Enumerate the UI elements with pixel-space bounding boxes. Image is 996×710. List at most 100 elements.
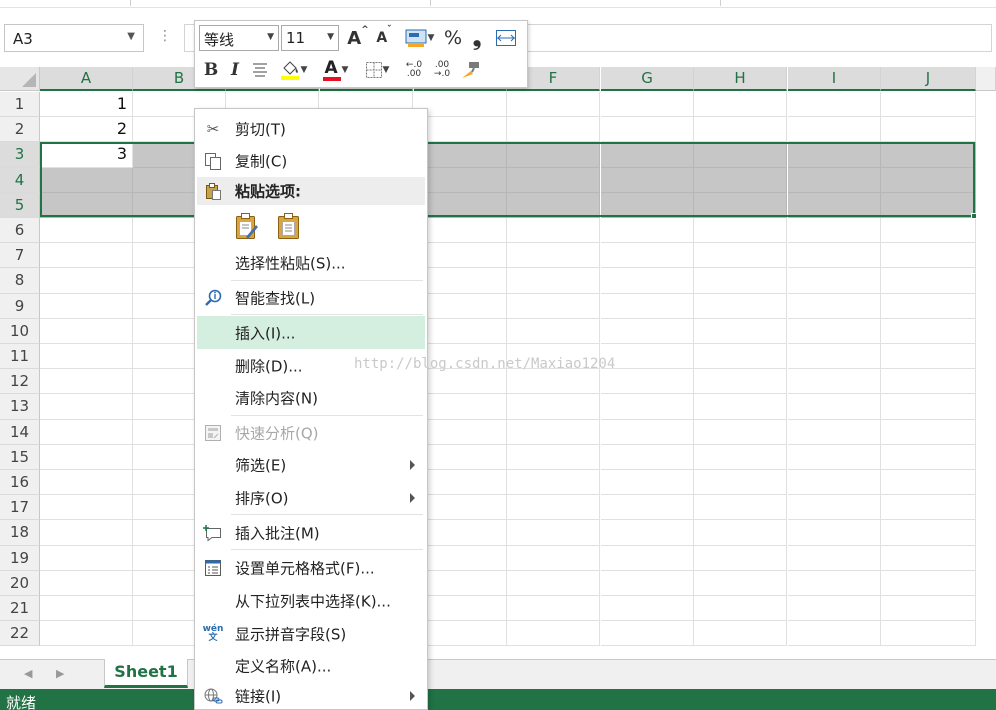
cell-g22[interactable] xyxy=(601,621,694,647)
menu-item-cut[interactable]: ✂ 剪切(T) xyxy=(197,113,425,145)
cell-a1[interactable]: 1 xyxy=(40,92,133,118)
chevron-down-icon[interactable]: ▼ xyxy=(327,32,334,42)
menu-item-define-name[interactable]: 定义名称(A)... xyxy=(197,650,425,682)
menu-item-paste-special[interactable]: 选择性粘贴(S)... xyxy=(197,247,425,279)
cell-i21[interactable] xyxy=(788,596,881,622)
cell-a8[interactable] xyxy=(40,268,133,294)
cell-f12[interactable] xyxy=(507,369,600,395)
cell-j21[interactable] xyxy=(881,596,976,622)
borders-button[interactable]: ▼ xyxy=(359,57,395,83)
tab-scroll-right-icon[interactable]: ▶ xyxy=(56,667,64,680)
increase-font-size-button[interactable]: A ^ xyxy=(347,25,369,51)
cell-g2[interactable] xyxy=(601,117,694,143)
cell-i13[interactable] xyxy=(788,394,881,420)
menu-item-copy[interactable]: 复制(C) xyxy=(197,145,425,177)
cell-h13[interactable] xyxy=(694,394,787,420)
cell-a11[interactable] xyxy=(40,344,133,370)
row-header-13[interactable]: 13 xyxy=(0,394,40,420)
cell-j12[interactable] xyxy=(881,369,976,395)
cell-f2[interactable] xyxy=(507,117,600,143)
cell-f8[interactable] xyxy=(507,268,600,294)
font-color-button[interactable]: A ▼ xyxy=(317,57,353,83)
menu-item-insert[interactable]: 插入(I)... xyxy=(197,316,425,349)
cell-h8[interactable] xyxy=(694,268,787,294)
cell-a9[interactable] xyxy=(40,293,133,319)
row-header-2[interactable]: 2 xyxy=(0,117,40,143)
cell-g5[interactable] xyxy=(601,192,694,218)
cell-h11[interactable] xyxy=(694,344,787,370)
cell-a15[interactable] xyxy=(40,444,133,470)
cell-i4[interactable] xyxy=(788,167,881,193)
cell-f17[interactable] xyxy=(507,495,600,521)
cell-j9[interactable] xyxy=(881,293,976,319)
italic-button[interactable]: I xyxy=(225,57,245,83)
cell-a4[interactable] xyxy=(40,167,133,193)
vertical-dots-icon[interactable]: ⋮ xyxy=(158,28,172,44)
cell-f14[interactable] xyxy=(507,419,600,445)
row-header-11[interactable]: 11 xyxy=(0,344,40,370)
chevron-down-icon[interactable]: ▼ xyxy=(267,32,274,42)
row-header-1[interactable]: 1 xyxy=(0,92,40,118)
cell-i9[interactable] xyxy=(788,293,881,319)
cell-i17[interactable] xyxy=(788,495,881,521)
cell-f13[interactable] xyxy=(507,394,600,420)
cell-j14[interactable] xyxy=(881,419,976,445)
row-header-12[interactable]: 12 xyxy=(0,369,40,395)
column-header-g[interactable]: G xyxy=(601,67,694,91)
cell-f20[interactable] xyxy=(507,570,600,596)
bold-button[interactable]: B xyxy=(201,57,221,83)
cell-g8[interactable] xyxy=(601,268,694,294)
column-header-j[interactable]: J xyxy=(881,67,976,91)
cell-g6[interactable] xyxy=(601,218,694,244)
cell-a19[interactable] xyxy=(40,545,133,571)
cell-g3[interactable] xyxy=(601,142,694,168)
cell-j8[interactable] xyxy=(881,268,976,294)
format-painter-button[interactable] xyxy=(457,57,483,83)
decrease-decimal-button[interactable]: .00 →.0 xyxy=(429,57,455,83)
cell-f15[interactable] xyxy=(507,444,600,470)
cell-g12[interactable] xyxy=(601,369,694,395)
row-header-6[interactable]: 6 xyxy=(0,218,40,244)
sheet-tab-sheet1[interactable]: Sheet1 xyxy=(104,659,188,688)
cell-a17[interactable] xyxy=(40,495,133,521)
cell-j19[interactable] xyxy=(881,545,976,571)
cell-a5[interactable] xyxy=(40,192,133,218)
cell-i20[interactable] xyxy=(788,570,881,596)
cell-h15[interactable] xyxy=(694,444,787,470)
cell-j11[interactable] xyxy=(881,344,976,370)
cell-a22[interactable] xyxy=(40,621,133,647)
percent-button[interactable]: % xyxy=(443,25,463,51)
cell-f5[interactable] xyxy=(507,192,600,218)
cell-a12[interactable] xyxy=(40,369,133,395)
cell-i2[interactable] xyxy=(788,117,881,143)
row-header-15[interactable]: 15 xyxy=(0,444,40,470)
row-header-17[interactable]: 17 xyxy=(0,495,40,521)
row-header-14[interactable]: 14 xyxy=(0,419,40,445)
cell-i7[interactable] xyxy=(788,243,881,269)
cell-f22[interactable] xyxy=(507,621,600,647)
cell-a21[interactable] xyxy=(40,596,133,622)
cell-h1[interactable] xyxy=(694,92,787,118)
cell-i19[interactable] xyxy=(788,545,881,571)
paste-keep-format-icon[interactable] xyxy=(235,213,259,241)
menu-item-link[interactable]: 链接(I) xyxy=(197,682,425,710)
cell-f16[interactable] xyxy=(507,470,600,496)
fill-color-button[interactable]: ▼ xyxy=(275,57,311,83)
row-header-10[interactable]: 10 xyxy=(0,318,40,344)
name-box[interactable]: A3 ▼ xyxy=(4,24,144,52)
menu-item-pick-from-list[interactable]: 从下拉列表中选择(K)... xyxy=(197,584,425,617)
row-header-16[interactable]: 16 xyxy=(0,470,40,496)
cell-g20[interactable] xyxy=(601,570,694,596)
cell-f4[interactable] xyxy=(507,167,600,193)
row-header-8[interactable]: 8 xyxy=(0,268,40,294)
cell-a3[interactable]: 3 xyxy=(40,142,133,168)
cell-h20[interactable] xyxy=(694,570,787,596)
column-header-a[interactable]: A xyxy=(40,67,133,91)
menu-item-clear-contents[interactable]: 清除内容(N) xyxy=(197,382,425,414)
cell-g13[interactable] xyxy=(601,394,694,420)
cell-i11[interactable] xyxy=(788,344,881,370)
cell-g17[interactable] xyxy=(601,495,694,521)
fill-handle[interactable] xyxy=(971,213,977,219)
cell-f7[interactable] xyxy=(507,243,600,269)
cell-h5[interactable] xyxy=(694,192,787,218)
